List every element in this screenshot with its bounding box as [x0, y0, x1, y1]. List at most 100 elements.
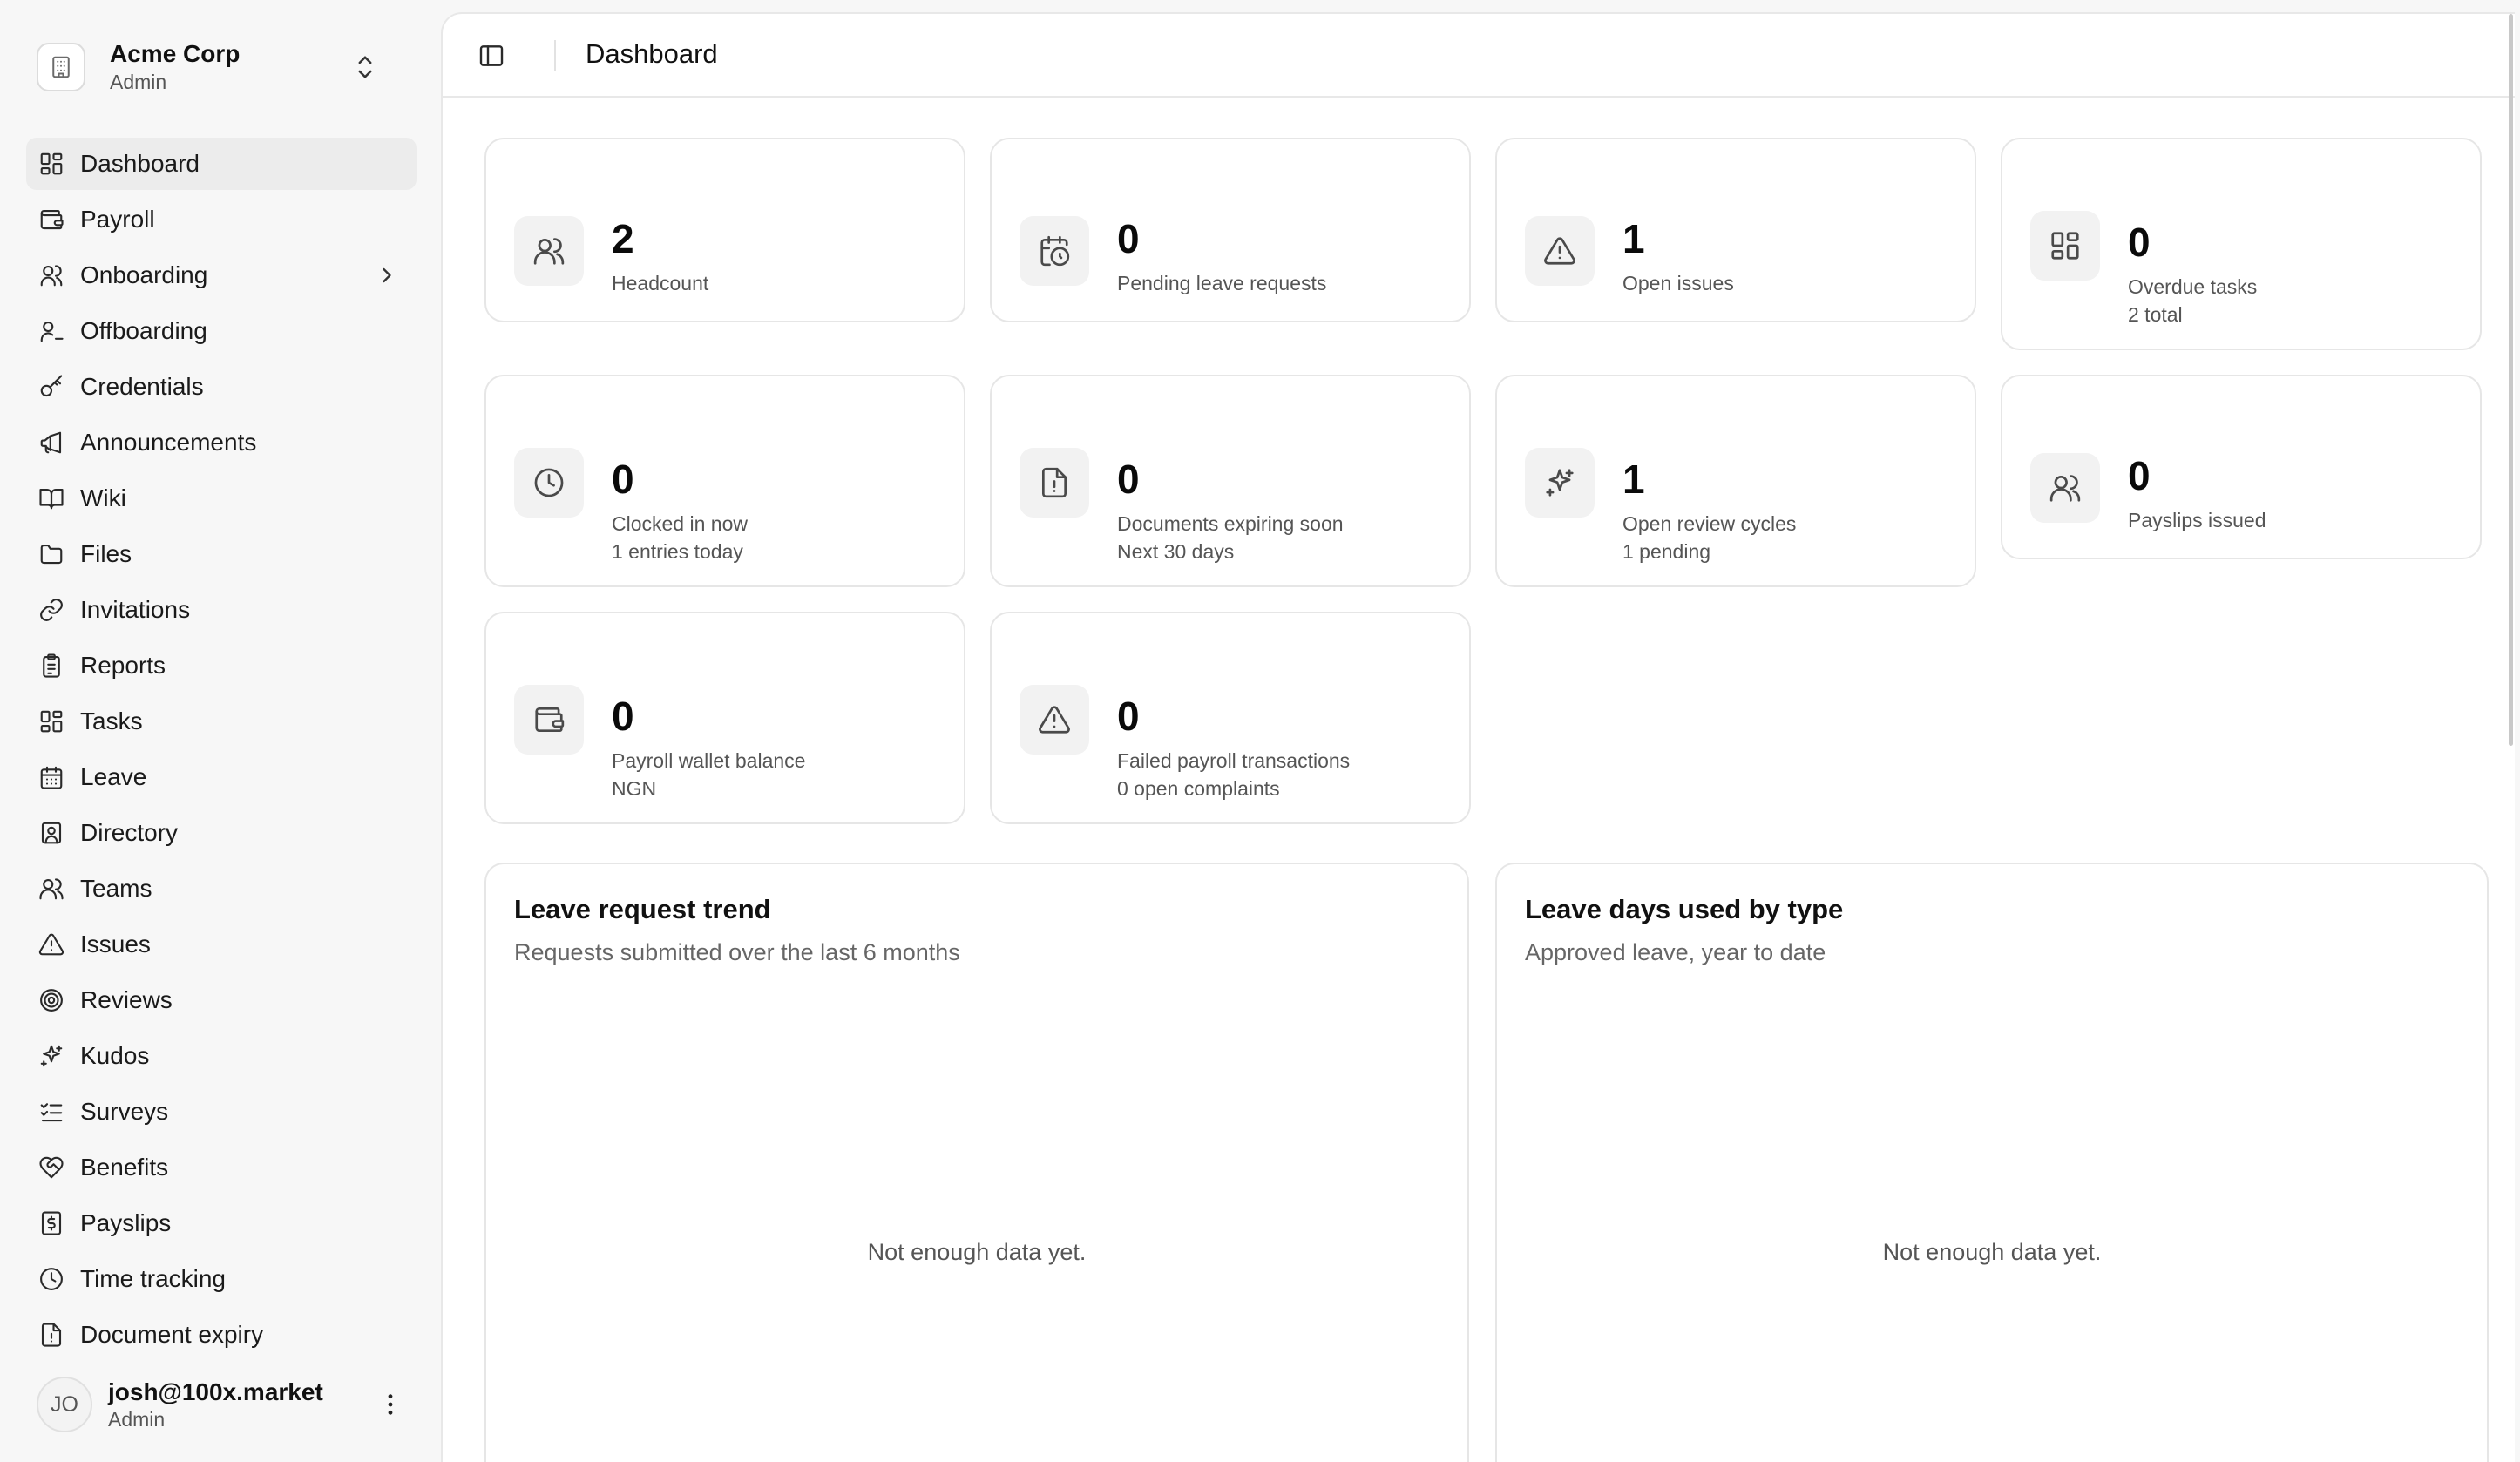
stat-subtext: 0 open complaints [1117, 777, 1280, 800]
sidebar-item-issues[interactable]: Issues [26, 918, 417, 971]
scrollbar-thumb[interactable] [2509, 14, 2513, 746]
sidebar-item-label: Offboarding [80, 317, 207, 344]
org-text: Acme Corp Admin [110, 39, 240, 95]
chart-empty-state: Not enough data yet. [1882, 1239, 2102, 1265]
stat-card-clocked-in-now: 0 Clocked in now 1 entries today [484, 375, 965, 587]
sidebar-item-document-expiry[interactable]: Document expiry [26, 1309, 417, 1361]
clock-icon [38, 1266, 64, 1292]
sidebar-item-label: Issues [80, 931, 151, 958]
stat-label: Headcount [612, 272, 709, 294]
chart-title: Leave request trend [514, 894, 771, 924]
sidebar-nav: Dashboard Payroll Onboarding Offboarding Cre… [26, 138, 417, 1364]
sidebar-item-leave[interactable]: Leave [26, 751, 417, 803]
megaphone-icon [38, 430, 64, 456]
stat-card-documents-expiring-soon: 0 Documents expiring soon Next 30 days [990, 375, 1471, 587]
file-alert-icon [1020, 448, 1089, 518]
topbar: Dashboard [443, 14, 2515, 98]
stat-label: Payroll wallet balance [612, 749, 806, 772]
checklist-icon [38, 1099, 64, 1125]
sidebar-item-invitations[interactable]: Invitations [26, 584, 417, 636]
chart-title: Leave days used by type [1525, 894, 1844, 924]
sidebar-item-label: Invitations [80, 596, 191, 623]
more-vertical-icon[interactable] [376, 1391, 404, 1418]
warning-icon [1525, 216, 1595, 286]
stat-label: Documents expiring soon [1117, 512, 1344, 535]
stat-label: Payslips issued [2128, 509, 2266, 531]
sidebar-item-offboarding[interactable]: Offboarding [26, 305, 417, 357]
sparkles-icon [38, 1043, 64, 1069]
scrollbar[interactable] [2508, 14, 2515, 1462]
stat-subtext: 1 pending [1622, 540, 1711, 563]
sidebar-item-wiki[interactable]: Wiki [26, 472, 417, 525]
sidebar-item-credentials[interactable]: Credentials [26, 361, 417, 413]
stat-value: 1 [1622, 216, 1645, 261]
main-content: Dashboard 2 Headcount 0 Pending leave reque… [441, 12, 2515, 1462]
stat-label: Open review cycles [1622, 512, 1797, 535]
sidebar-item-time-tracking[interactable]: Time tracking [26, 1253, 417, 1305]
sidebar-item-files[interactable]: Files [26, 528, 417, 580]
stat-card-failed-payroll-transactions: 0 Failed payroll transactions 0 open compl… [990, 612, 1471, 824]
user-text: josh@100x.market Admin [108, 1377, 323, 1432]
sidebar-item-label: Credentials [80, 373, 204, 400]
sidebar-item-benefits[interactable]: Benefits [26, 1141, 417, 1194]
sidebar-item-announcements[interactable]: Announcements [26, 416, 417, 469]
grid-icon [38, 708, 64, 734]
sidebar-item-payslips[interactable]: Payslips [26, 1197, 417, 1249]
sidebar-item-directory[interactable]: Directory [26, 807, 417, 859]
sidebar-item-label: Teams [80, 875, 152, 902]
heart-handshake-icon [38, 1154, 64, 1181]
users-icon [2030, 453, 2100, 523]
sidebar-item-label: Tasks [80, 707, 143, 734]
stat-value: 0 [2128, 220, 2151, 265]
sidebar-item-kudos[interactable]: Kudos [26, 1030, 417, 1082]
sidebar-item-teams[interactable]: Teams [26, 863, 417, 915]
stat-label: Pending leave requests [1117, 272, 1327, 294]
sidebar-item-label: Document expiry [80, 1321, 264, 1348]
stat-card-open-issues: 1 Open issues [1495, 138, 1976, 322]
stat-label: Open issues [1622, 272, 1734, 294]
stat-label: Overdue tasks [2128, 275, 2258, 298]
chevron-right-icon [375, 263, 399, 288]
grid-icon [2030, 211, 2100, 281]
stat-card-open-review-cycles: 1 Open review cycles 1 pending [1495, 375, 1976, 587]
sidebar-item-surveys[interactable]: Surveys [26, 1086, 417, 1138]
stat-value: 0 [612, 694, 634, 739]
sidebar-item-label: Dashboard [80, 150, 200, 177]
sidebar-item-reports[interactable]: Reports [26, 640, 417, 692]
users-icon [514, 216, 584, 286]
target-icon [38, 987, 64, 1013]
sidebar-item-label: Benefits [80, 1154, 169, 1181]
calendar-clock-icon [1020, 216, 1089, 286]
stat-subtext: NGN [612, 777, 657, 800]
clock-icon [514, 448, 584, 518]
sidebar-item-label: Wiki [80, 484, 126, 511]
sidebar-item-label: Time tracking [80, 1265, 227, 1292]
calendar-icon [38, 764, 64, 790]
sidebar-item-tasks[interactable]: Tasks [26, 695, 417, 748]
sidebar-item-dashboard[interactable]: Dashboard [26, 138, 417, 190]
warning-icon [38, 931, 64, 958]
building-icon [37, 43, 85, 91]
chart-empty-state: Not enough data yet. [867, 1239, 1087, 1265]
stat-card-payslips-issued: 0 Payslips issued [2001, 375, 2482, 559]
sidebar-item-label: Kudos [80, 1042, 150, 1069]
sidebar-item-reviews[interactable]: Reviews [26, 974, 417, 1026]
sidebar-item-label: Payslips [80, 1209, 172, 1236]
sidebar-item-onboarding[interactable]: Onboarding [26, 249, 417, 301]
sparkles-icon [1525, 448, 1595, 518]
sidebar-toggle-icon[interactable] [476, 40, 507, 71]
warning-icon [1020, 685, 1089, 755]
folder-icon [38, 541, 64, 567]
sidebar-item-label: Announcements [80, 429, 257, 456]
dashboard-icon [38, 151, 64, 177]
sidebar-item-label: Files [80, 540, 132, 567]
user-card[interactable]: JO josh@100x.market Admin [26, 1371, 417, 1438]
sidebar-item-payroll[interactable]: Payroll [26, 193, 417, 246]
chart-subtitle: Requests submitted over the last 6 month… [514, 939, 960, 965]
clipboard-icon [38, 653, 64, 679]
divider [554, 40, 556, 71]
book-icon [38, 485, 64, 511]
stat-value: 0 [1117, 457, 1140, 502]
contact-card-icon [38, 820, 64, 846]
org-switcher[interactable]: Acme Corp Admin [26, 26, 417, 108]
